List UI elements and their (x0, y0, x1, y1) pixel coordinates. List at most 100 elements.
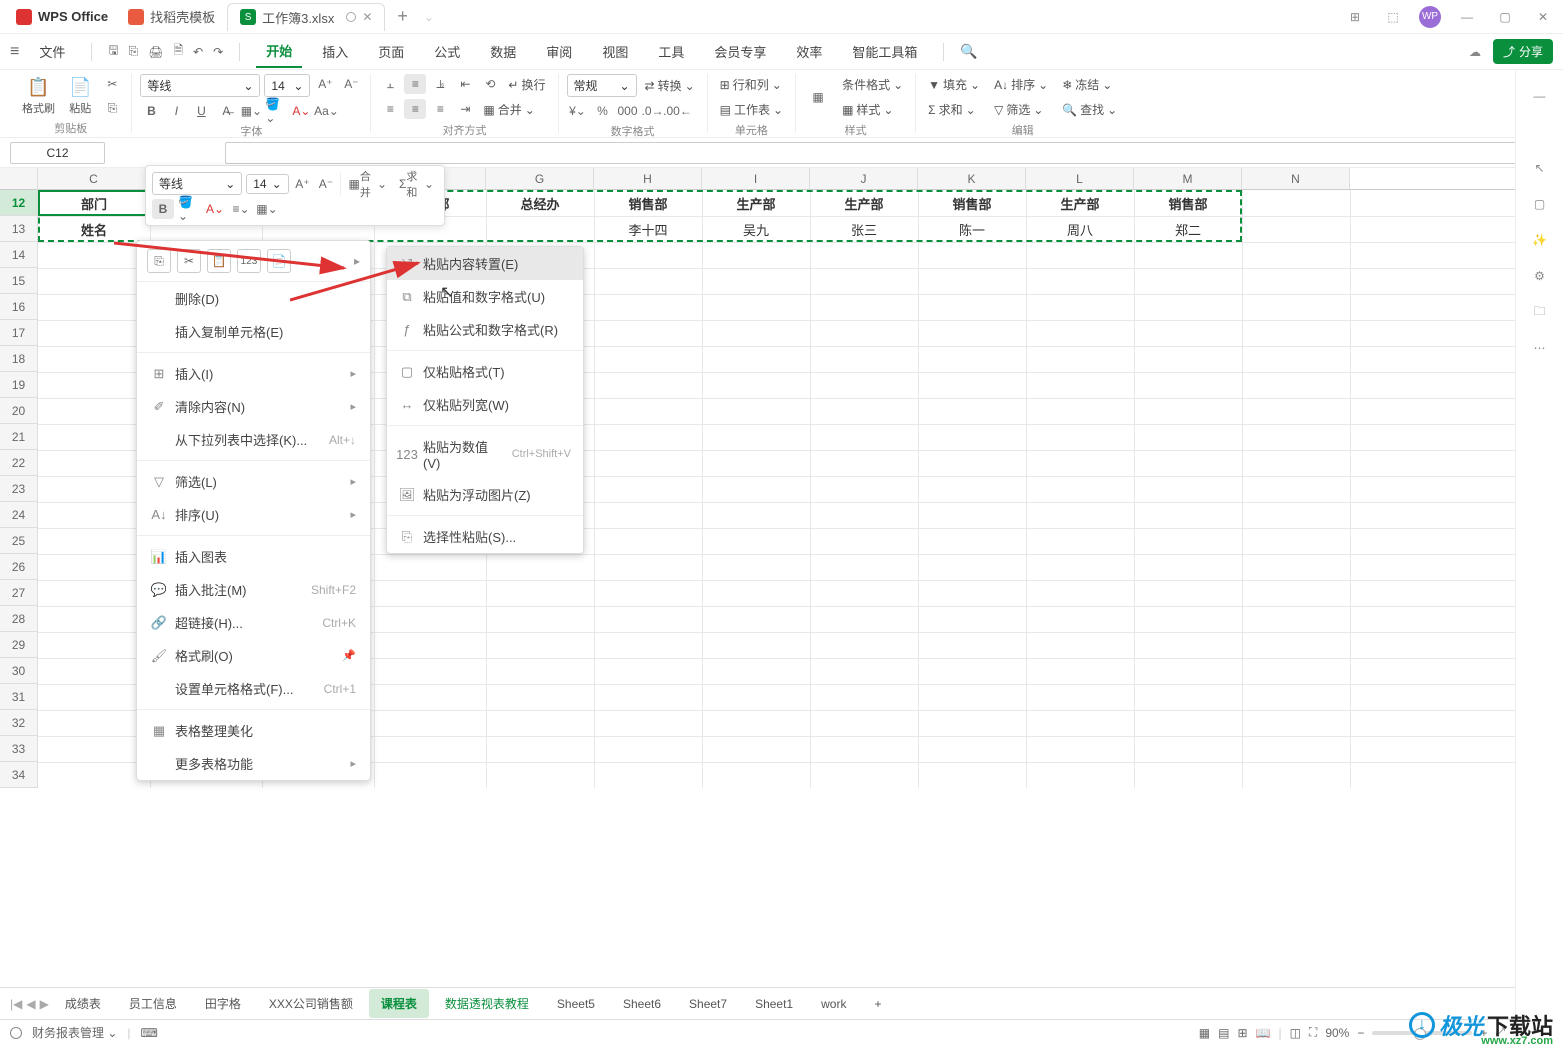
tab-start[interactable]: 开始 (256, 35, 302, 68)
sort-button[interactable]: A↓排序⌄ (990, 74, 1052, 95)
row-header[interactable]: 33 (0, 736, 37, 762)
sheet-nav-first-icon[interactable]: |◀ (10, 997, 22, 1011)
row-header[interactable]: 28 (0, 606, 37, 632)
side-minus-icon[interactable]: — (1530, 86, 1550, 106)
format-painter-button[interactable]: 📋格式刷 (18, 75, 59, 118)
row-header[interactable]: 17 (0, 320, 37, 346)
sub-format-only[interactable]: ▢仅粘贴格式(T) (387, 355, 583, 388)
row-header[interactable]: 26 (0, 554, 37, 580)
mini-border-icon[interactable]: ▦⌄ (256, 199, 278, 219)
ctx-insert-copied[interactable]: 插入复制单元格(E) (137, 315, 370, 348)
row-header[interactable]: 15 (0, 268, 37, 294)
file-menu[interactable]: 文件 (29, 36, 75, 67)
col-header[interactable]: J (810, 168, 918, 189)
align-top-icon[interactable]: ⫠ (379, 74, 401, 94)
ctx-from-list[interactable]: 从下拉列表中选择(K)...Alt+↓ (137, 423, 370, 456)
undo-icon[interactable]: ↶ (193, 45, 203, 59)
name-box[interactable]: C12 (10, 142, 105, 164)
wrap-text-button[interactable]: ↵换行 (504, 74, 549, 95)
cell[interactable]: 生产部 (702, 190, 810, 216)
row-header[interactable]: 18 (0, 346, 37, 372)
col-header[interactable]: I (702, 168, 810, 189)
status-left-text[interactable]: 财务报表管理 ⌄ (32, 1024, 117, 1041)
tab-page[interactable]: 页面 (368, 36, 414, 67)
sub-as-value[interactable]: 123粘贴为数值(V)Ctrl+Shift+V (387, 430, 583, 478)
sheet-nav-prev-icon[interactable]: ◀ (26, 997, 35, 1011)
side-select-icon[interactable]: ↖ (1530, 158, 1550, 178)
ctx-filter[interactable]: ▽筛选(L)▸ (137, 465, 370, 498)
tab-member[interactable]: 会员专享 (704, 36, 776, 67)
sum-button[interactable]: Σ求和⌄ (924, 99, 984, 120)
sheet-tab[interactable]: XXX公司销售额 (257, 989, 365, 1018)
sub-formula-number[interactable]: ƒ粘贴公式和数字格式(R) (387, 313, 583, 346)
tab-dropdown-icon[interactable]: ⌄ (424, 10, 434, 24)
align-left-icon[interactable]: ≡ (379, 99, 401, 119)
number-format-select[interactable]: 常规⌄ (567, 74, 637, 97)
decrease-font-icon[interactable]: A⁻ (340, 74, 362, 94)
tab-workbook[interactable]: S 工作簿3.xlsx ✕ (227, 3, 385, 31)
row-header[interactable]: 21 (0, 424, 37, 450)
side-settings-icon[interactable]: ⚙ (1530, 266, 1550, 286)
indent-increase-icon[interactable]: ⇥ (454, 99, 476, 119)
col-header[interactable]: N (1242, 168, 1350, 189)
cell[interactable]: 生产部 (1026, 190, 1134, 216)
save-icon[interactable]: 🖫 (108, 41, 118, 62)
tab-tools[interactable]: 工具 (648, 36, 694, 67)
sheet-nav-next-icon[interactable]: ▶ (40, 997, 49, 1011)
tab-template[interactable]: 找稻壳模板 (116, 3, 227, 31)
ctx-insert-chart[interactable]: 📊插入图表 (137, 540, 370, 573)
select-all-corner[interactable] (0, 168, 37, 190)
zoom-value[interactable]: 90% (1325, 1026, 1349, 1040)
worksheet-button[interactable]: ▤工作表⌄ (716, 99, 787, 120)
cell[interactable]: 总经办 (486, 190, 594, 216)
fill-color-icon[interactable]: 🪣⌄ (265, 101, 287, 121)
tab-formula[interactable]: 公式 (424, 36, 470, 67)
sheet-tab[interactable]: Sheet7 (677, 991, 739, 1017)
ctx-clear[interactable]: ✐清除内容(N)▸ (137, 390, 370, 423)
mini-sum-button[interactable]: Σ求和⌄ (395, 174, 438, 194)
mini-inc-font-icon[interactable]: A⁺ (293, 174, 313, 194)
sheet-tab[interactable]: 田字格 (193, 989, 253, 1018)
row-headers[interactable]: 1213141516171819202122232425262728293031… (0, 168, 38, 788)
fill-button[interactable]: ▼填充⌄ (924, 74, 984, 95)
tab-insert[interactable]: 插入 (312, 36, 358, 67)
paste-button[interactable]: 📄粘贴 (65, 75, 95, 118)
ctx-beautify[interactable]: ▦表格整理美化 (137, 714, 370, 747)
window-minimize-icon[interactable]: — (1455, 5, 1479, 29)
row-header[interactable]: 23 (0, 476, 37, 502)
cloud-icon[interactable]: ☁ (1469, 45, 1481, 59)
col-header[interactable]: G (486, 168, 594, 189)
sheet-tab[interactable]: 成绩表 (53, 989, 113, 1018)
zoom-out-icon[interactable]: − (1357, 1026, 1364, 1040)
sheet-tab[interactable]: 课程表 (369, 989, 429, 1018)
ctx-sort[interactable]: A↓排序(U)▸ (137, 498, 370, 531)
tab-efficiency[interactable]: 效率 (786, 36, 832, 67)
view-page-icon[interactable]: ▤ (1218, 1026, 1229, 1040)
sheet-tab[interactable]: 数据透视表教程 (433, 989, 541, 1018)
user-avatar[interactable]: WP (1419, 6, 1441, 28)
side-ai-icon[interactable]: ✨ (1530, 230, 1550, 250)
search-icon[interactable]: 🔍 (960, 43, 977, 60)
row-header[interactable]: 14 (0, 242, 37, 268)
col-header[interactable]: H (594, 168, 702, 189)
border-icon[interactable]: ▦⌄ (240, 101, 262, 121)
row-header[interactable]: 25 (0, 528, 37, 554)
view-fullscreen-icon[interactable]: ⛶ (1309, 1025, 1317, 1040)
status-keyboard-icon[interactable]: ⌨ (141, 1026, 158, 1040)
sheet-tab[interactable]: Sheet5 (545, 991, 607, 1017)
status-record-icon[interactable] (10, 1027, 22, 1039)
align-middle-icon[interactable]: ≡ (404, 74, 426, 94)
view-grid-icon[interactable]: ◫ (1290, 1026, 1301, 1040)
row-header[interactable]: 19 (0, 372, 37, 398)
row-header[interactable]: 16 (0, 294, 37, 320)
ctx-more[interactable]: 更多表格功能▸ (137, 747, 370, 780)
window-maximize-icon[interactable]: ▢ (1493, 5, 1517, 29)
row-header[interactable]: 20 (0, 398, 37, 424)
rowcol-button[interactable]: ⊞行和列⌄ (716, 74, 787, 95)
side-backup-icon[interactable]: 🗀 (1530, 302, 1550, 322)
cell[interactable]: 销售部 (918, 190, 1026, 216)
merge-button[interactable]: ▦合并⌄ (479, 99, 538, 120)
sheet-tab[interactable]: work (809, 991, 858, 1017)
cell[interactable]: 部门 (38, 190, 150, 216)
cell[interactable]: 生产部 (810, 190, 918, 216)
